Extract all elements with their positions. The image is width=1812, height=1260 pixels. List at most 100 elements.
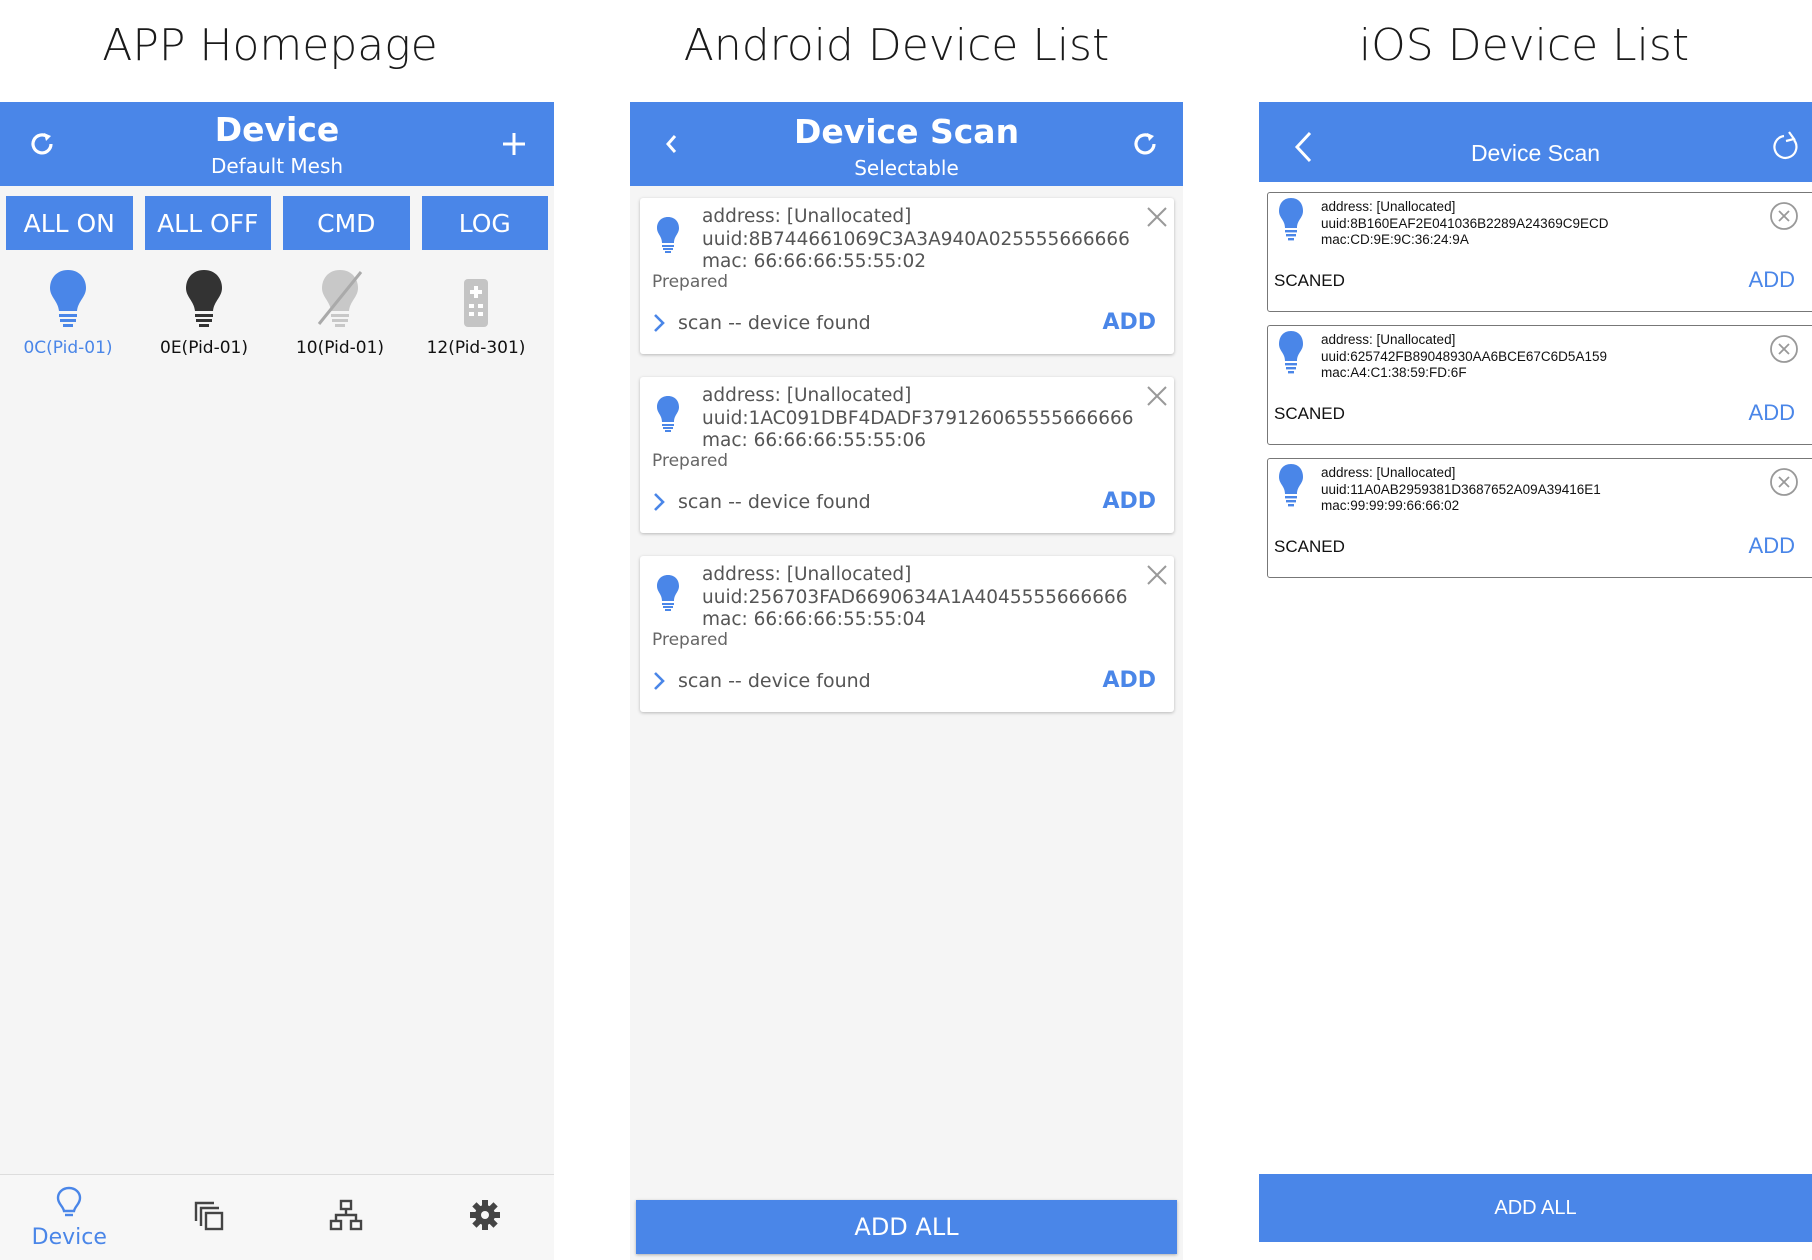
caption-ios: iOS Device List	[1358, 20, 1690, 71]
homepage-header: Device Default Mesh	[0, 102, 554, 186]
device-tile[interactable]: 0E(Pid-01)	[136, 262, 272, 358]
device-card: address: [Unallocated] uuid:256703FAD669…	[640, 556, 1174, 712]
page-title: Device Scan	[793, 112, 1020, 151]
device-uuid: uuid:625742FB89048930AA6BCE67C6D5A159	[1321, 348, 1607, 364]
ios-panel: Device Scan address: [Unallocated] uuid:…	[1259, 102, 1812, 1260]
action-buttons: ALL ON ALL OFF CMD LOG	[6, 196, 548, 250]
device-card: address: [Unallocated] uuid:8B160EAF2E04…	[1267, 192, 1812, 312]
close-circle-icon[interactable]	[1769, 334, 1799, 369]
add-button[interactable]: ADD	[1102, 668, 1156, 693]
device-status: scan -- device found	[678, 491, 871, 513]
device-address: address: [Unallocated]	[1321, 199, 1456, 214]
close-circle-icon[interactable]	[1769, 467, 1799, 502]
tab-device[interactable]: Device	[0, 1175, 139, 1260]
device-label: 0C(Pid-01)	[23, 338, 113, 358]
device-uuid: uuid:8B160EAF2E041036B2289A24369C9ECD	[1321, 215, 1609, 231]
device-card: address: [Unallocated] uuid:11A0AB295938…	[1267, 458, 1812, 578]
bulb-icon	[1278, 197, 1304, 246]
refresh-icon[interactable]	[1121, 120, 1169, 168]
close-icon[interactable]	[1146, 385, 1168, 412]
add-all-button[interactable]: ADD ALL	[636, 1200, 1177, 1254]
page-title: Device Scan	[1470, 140, 1601, 166]
tab-settings[interactable]	[416, 1175, 555, 1260]
device-mac: mac:99:99:99:66:66:02	[1321, 498, 1460, 513]
device-mac: mac: 66:66:66:55:55:02	[702, 251, 927, 272]
device-uuid: uuid:11A0AB2959381D3687652A09A39416E1	[1321, 481, 1601, 497]
add-button[interactable]: ADD	[1102, 489, 1156, 514]
bulb-on-icon	[0, 262, 136, 328]
device-card: address: [Unallocated] uuid:1AC091DBF4DA…	[640, 377, 1174, 533]
page-subtitle: Selectable	[854, 156, 959, 180]
page-title: Device	[214, 110, 340, 149]
tab-label: Device	[31, 1224, 107, 1250]
device-card: address: [Unallocated] uuid:625742FB8904…	[1267, 325, 1812, 445]
close-icon[interactable]	[1146, 564, 1168, 591]
device-status: scan -- device found	[678, 312, 871, 334]
gear-icon	[469, 1199, 501, 1236]
device-label: 0E(Pid-01)	[160, 338, 248, 358]
device-state: SCANED	[1274, 537, 1345, 556]
tab-network[interactable]	[277, 1175, 416, 1260]
add-all-button[interactable]: ADD ALL	[1259, 1174, 1812, 1242]
device-tile[interactable]: 0C(Pid-01)	[0, 262, 136, 358]
device-mac: mac:A4:C1:38:59:FD:6F	[1321, 365, 1467, 380]
chevron-right-icon[interactable]	[652, 670, 666, 697]
device-mac: mac:CD:9E:9C:36:24:9A	[1321, 232, 1469, 247]
device-address: address: [Unallocated]	[1321, 465, 1456, 480]
device-mac: mac: 66:66:66:55:55:04	[702, 609, 927, 630]
add-button[interactable]: ADD	[1749, 400, 1795, 426]
remote-icon	[408, 262, 544, 328]
tab-group[interactable]	[139, 1175, 278, 1260]
bulb-icon	[656, 216, 680, 259]
group-icon	[192, 1199, 224, 1236]
device-address: address: [Unallocated]	[702, 564, 912, 585]
add-button[interactable]: ADD	[1749, 267, 1795, 293]
log-button[interactable]: LOG	[421, 196, 548, 250]
network-icon	[329, 1199, 363, 1236]
android-panel: Device Scan Selectable address: [Unalloc…	[630, 102, 1183, 1260]
add-button[interactable]: ADD	[1749, 533, 1795, 559]
android-header: Device Scan Selectable	[630, 102, 1183, 186]
device-state: SCANED	[1274, 271, 1345, 290]
device-address: address: [Unallocated]	[702, 385, 912, 406]
caption-android: Android Device List	[683, 20, 1110, 71]
add-button[interactable]: ADD	[1102, 310, 1156, 335]
device-label: 10(Pid-01)	[295, 338, 385, 358]
device-address: address: [Unallocated]	[702, 206, 912, 227]
cmd-button[interactable]: CMD	[283, 196, 410, 250]
all-on-button[interactable]: ALL ON	[6, 196, 133, 250]
close-circle-icon[interactable]	[1769, 201, 1799, 236]
bulb-icon	[656, 574, 680, 617]
page-subtitle: Default Mesh	[210, 154, 344, 178]
bulb-off-icon	[136, 262, 272, 328]
device-tile[interactable]: 12(Pid-301)	[408, 262, 544, 358]
all-off-button[interactable]: ALL OFF	[144, 196, 271, 250]
device-state: Prepared	[652, 272, 729, 292]
bottom-tab-bar: Device	[0, 1174, 554, 1260]
chevron-right-icon[interactable]	[652, 312, 666, 339]
close-icon[interactable]	[1146, 206, 1168, 233]
ios-header: Device Scan	[1259, 102, 1812, 182]
device-card: address: [Unallocated] uuid:8B744661069C…	[640, 198, 1174, 354]
device-state: Prepared	[652, 630, 729, 650]
homepage-panel: Device Default Mesh ALL ON ALL OFF CMD L…	[0, 102, 554, 1260]
caption-homepage: APP Homepage	[102, 20, 438, 71]
bulb-icon	[1278, 330, 1304, 379]
plus-icon[interactable]	[490, 120, 538, 168]
device-state: SCANED	[1274, 404, 1345, 423]
device-uuid: uuid:1AC091DBF4DADF379126065555666666	[702, 407, 1134, 429]
bulb-outline-icon	[55, 1186, 83, 1223]
device-state: Prepared	[652, 451, 729, 471]
chevron-right-icon[interactable]	[652, 491, 666, 518]
device-uuid: uuid:256703FAD6690634A1A4045555666666	[702, 586, 1128, 608]
device-address: address: [Unallocated]	[1321, 332, 1456, 347]
refresh-icon[interactable]	[1772, 130, 1802, 169]
device-uuid: uuid:8B744661069C3A3A940A025555666666	[702, 228, 1130, 250]
device-label: 12(Pid-301)	[426, 338, 526, 358]
device-tile[interactable]: 10(Pid-01)	[272, 262, 408, 358]
bulb-icon	[656, 395, 680, 438]
device-grid: 0C(Pid-01) 0E(Pid-01) 10(Pid-01) 12(Pid-…	[0, 262, 554, 358]
device-mac: mac: 66:66:66:55:55:06	[702, 430, 927, 451]
bulb-offline-icon	[272, 262, 408, 328]
bulb-icon	[1278, 463, 1304, 512]
